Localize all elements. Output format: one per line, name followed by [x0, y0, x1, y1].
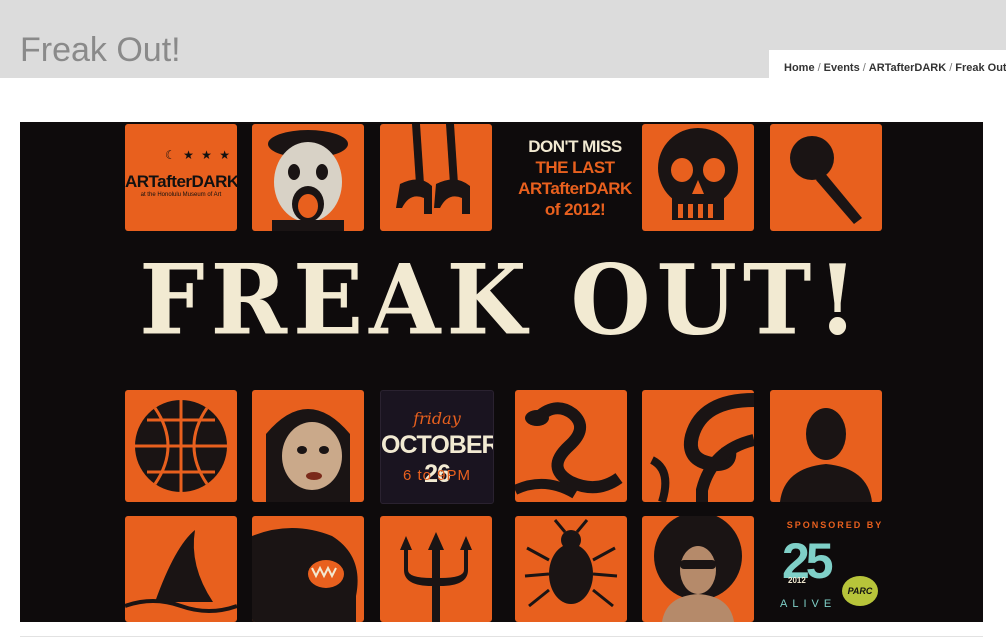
platform-heels-icon	[396, 124, 470, 214]
sponsor-year: 2012	[788, 576, 806, 585]
breadcrumb: Home / Events / ARTafterDARK / Freak Out!	[769, 50, 1006, 80]
event-banner-image: ☾ ★ ★ ★ ARTafterDARK at the Honolulu Mus…	[20, 122, 983, 622]
promo-text: DON'T MISS THE LAST ARTafterDARK of 2012…	[515, 136, 635, 220]
snake-icon	[515, 402, 623, 499]
afro-woman-tile	[642, 516, 754, 622]
doll-face-tile	[252, 390, 364, 502]
skull-tile	[642, 124, 754, 231]
disco-ball-tile	[125, 390, 237, 502]
breadcrumb-home-link[interactable]: Home	[784, 62, 815, 74]
breadcrumb-events-link[interactable]: Events	[824, 62, 860, 74]
promo-line-2: THE LAST	[535, 158, 615, 177]
artafterdark-logo: ARTafterDARK	[125, 172, 237, 191]
clown-face-tile	[252, 124, 364, 231]
moon-stars-icon: ☾ ★ ★ ★	[165, 148, 233, 162]
content-divider	[20, 636, 983, 637]
event-date-tile: friday OCTOBER 26 6 to 9PM	[380, 390, 494, 504]
microphone-icon	[790, 136, 862, 224]
logo-subtitle: at the Honolulu Museum of Art	[140, 192, 222, 198]
promo-line-3: ARTafterDARK	[518, 179, 632, 198]
microphone-tile	[770, 124, 882, 231]
breadcrumb-current: Freak Out!	[955, 62, 1006, 74]
tentacles-icon	[649, 393, 754, 502]
parc-badge: PARC	[842, 576, 878, 606]
sponsor-word: ALIVE	[780, 598, 837, 610]
disco-ball-icon	[135, 400, 227, 492]
afro-woman-icon	[654, 516, 742, 622]
bear-tile	[252, 516, 364, 622]
beetle-icon	[524, 519, 618, 608]
shark-fin-icon	[125, 530, 237, 613]
breadcrumb-separator: /	[949, 62, 953, 74]
sponsor-label: SPONSORED BY	[786, 520, 884, 530]
snake-tile	[515, 390, 627, 502]
promo-line-1: DON'T MISS	[528, 137, 622, 156]
person-silhouette-icon	[780, 408, 872, 502]
promo-line-4: of 2012!	[544, 200, 606, 219]
event-headline: FREAK OUT!	[139, 243, 864, 357]
event-day: friday	[413, 409, 461, 428]
platform-heels-tile	[380, 124, 492, 231]
sponsor-logo: SPONSORED BY 25 2012 PARC ALIVE	[770, 516, 900, 616]
page-title: Freak Out!	[20, 31, 181, 69]
event-time: 6 to 9PM	[402, 467, 472, 484]
artafterdark-logo-tile: ☾ ★ ★ ★ ARTafterDARK at the Honolulu Mus…	[125, 124, 237, 231]
bear-icon	[252, 528, 358, 622]
beetle-tile	[515, 516, 627, 622]
breadcrumb-separator: /	[817, 62, 821, 74]
clown-face-icon	[268, 130, 348, 231]
breadcrumb-separator: /	[862, 62, 866, 74]
tentacles-tile	[642, 390, 754, 502]
trident-icon	[400, 532, 472, 622]
shark-fin-tile	[125, 516, 237, 622]
skull-icon	[658, 128, 738, 220]
breadcrumb-artafterdark-link[interactable]: ARTafterDARK	[869, 62, 946, 74]
silhouette-tile	[770, 390, 882, 502]
doll-face-icon	[266, 409, 350, 502]
trident-tile	[380, 516, 492, 622]
